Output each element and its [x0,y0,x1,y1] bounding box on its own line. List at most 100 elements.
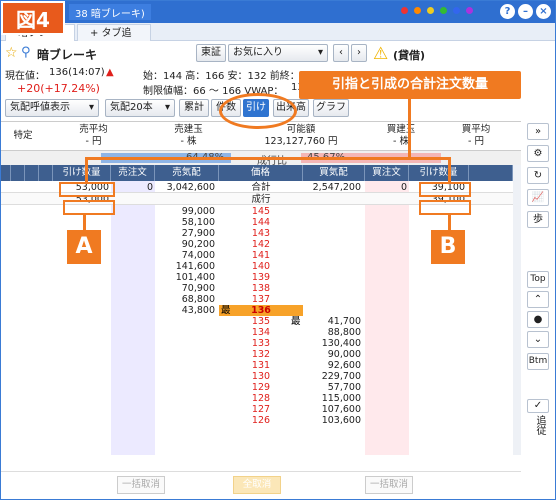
purple-dot-icon[interactable] [466,7,473,14]
marker-b: B [431,230,465,264]
step-icon[interactable]: 歩 [527,211,549,228]
total-sell-quote: 3,042,600 [166,182,215,193]
marker-a: A [67,230,101,264]
bid-price: 132 [251,349,271,360]
prev-button[interactable]: ‹ [333,44,349,62]
header-sell-order: 売注文 [111,165,155,181]
market-label: 成行 [251,194,271,205]
depth-select[interactable]: 気配20本 ▾ [105,99,175,117]
star-icon[interactable]: ☆ [5,45,18,61]
green-dot-icon[interactable] [440,7,447,14]
help-icon[interactable]: ? [500,4,515,19]
cumulative-button[interactable]: 累計 [179,99,209,117]
page-up-icon[interactable]: ⌃ [527,291,549,308]
ask-price: 145 [251,206,271,217]
display-mode-select[interactable]: 気配呼値表示 ▾ [5,99,99,117]
header-price: 価格 [219,165,303,181]
chevron-down-icon: ▾ [164,102,170,113]
blue-dot-icon[interactable] [453,7,460,14]
ask-price: 141 [251,250,271,261]
bottom-button[interactable]: Btm [527,353,549,370]
market-button[interactable]: 東証 [196,44,226,62]
price-change: +20(+17.24%) [17,82,100,95]
buy-order-column[interactable] [365,181,409,455]
bid-quote-qty: 107,600 [321,404,361,415]
ohlc-info: 始：144 高：166 安：132 前終：116 [143,71,319,82]
ask-price: 139 [251,272,271,283]
total-buy-quote: 2,547,200 [312,182,361,193]
top-button[interactable]: Top [527,271,549,288]
figure-label: 図4 [1,1,65,35]
color-dots [401,7,473,14]
ask-quote-qty: 70,900 [181,283,215,294]
cancel-sell-button[interactable]: 一括取消 [117,476,165,494]
favorites-label: お気に入り [233,47,283,58]
ask-price: 140 [251,261,271,272]
sell-order-column[interactable] [111,181,155,455]
bid-price: 133 [251,338,271,349]
buy-position-value: - 株 [393,136,409,147]
best-ask-mark: 最 [221,305,231,316]
chevron-down-icon: ▾ [317,47,323,58]
callout-line [408,99,411,159]
current-price: 136(14:07) [49,67,105,78]
sell-position-value: - 株 [180,136,197,147]
orange-dot-icon[interactable] [414,7,421,14]
favorites-select[interactable]: お気に入り ▾ [228,44,328,62]
yellow-dot-icon[interactable] [427,7,434,14]
header-spacer [1,165,11,181]
up-arrow-icon: ▲ [106,67,114,78]
bid-quote-qty: 88,800 [327,327,361,338]
best-bid-mark: 最 [291,316,301,327]
header-sell-quote: 売気配 [155,165,219,181]
minimize-icon[interactable]: – [518,4,533,19]
ask-price: 142 [251,239,271,250]
window-title: 38 暗ブレーキ) [69,4,151,20]
track-label: 追従 [534,415,545,435]
sell-avg-value: - 円 [85,136,102,147]
header-left-qty: 引け数量 [53,165,111,181]
ask-quote-qty: 43,800 [181,305,215,316]
bottom-bar: 一括取消 全取消 一括取消 [1,471,521,499]
page-down-icon[interactable]: ⌄ [527,331,549,348]
tab-add[interactable]: + タブ追加 [77,24,151,56]
red-dot-icon[interactable] [401,7,408,14]
collapse-icon[interactable]: » [527,123,549,140]
title-bar: 38 暗ブレーキ) ? – × [1,1,555,23]
checkbox-icon[interactable]: ✓ [527,399,549,413]
bid-quote-qty: 130,400 [321,338,361,349]
sell-avg: 売平均 - 円 [46,124,141,148]
highlight-left-total [59,182,115,197]
graph-button[interactable]: グラフ [313,99,349,117]
highlight-right-total [419,182,471,197]
cancel-all-button[interactable]: 全取消 [233,476,281,494]
gear-icon[interactable]: ⚙ [527,145,549,162]
ask-quote-qty: 90,200 [181,239,215,250]
ask-price: 143 [251,228,271,239]
bid-quote-qty: 92,600 [327,360,361,371]
header-right-qty: 引け数量 [409,165,469,181]
chart-icon[interactable]: 📈 [527,189,549,206]
refresh-icon[interactable]: ↻ [527,167,549,184]
scrollbar[interactable] [513,165,521,455]
cancel-buy-button[interactable]: 一括取消 [365,476,413,494]
search-icon[interactable]: ⚲ [21,45,31,60]
ask-quote-qty: 141,600 [175,261,215,272]
total-buy-order: 0 [400,182,407,193]
callout-line [85,157,88,183]
ask-quote-qty: 74,000 [181,250,215,261]
highlight-right-market [419,200,471,215]
next-button[interactable]: › [351,44,367,62]
warning-icon: ⚠ [373,44,389,64]
ask-price: 138 [251,283,271,294]
close-icon[interactable]: × [536,4,551,19]
bid-price: 127 [251,404,271,415]
chevron-down-icon: ▾ [88,102,94,113]
bid-quote-qty: 57,700 [327,382,361,393]
buy-avg-label: 買平均 [461,124,491,135]
bid-quote-qty: 90,000 [327,349,361,360]
ask-price: 144 [251,217,271,228]
ask-quote-qty: 99,000 [181,206,215,217]
center-icon[interactable]: ● [527,311,549,328]
display-mode-label: 気配呼値表示 [10,102,70,113]
